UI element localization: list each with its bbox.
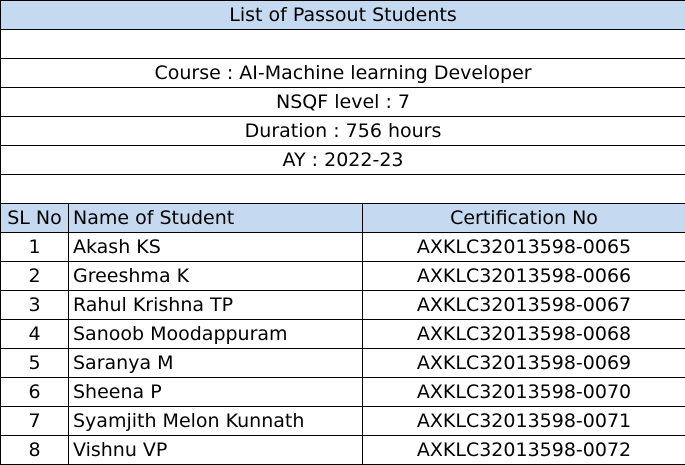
- table-title[interactable]: List of Passout Students: [0, 0, 685, 30]
- sl-no-cell[interactable]: 4: [0, 319, 69, 349]
- certification-no-cell[interactable]: AXKLC32013598-0065: [361, 232, 685, 262]
- column-header-sl-no[interactable]: SL No: [0, 203, 69, 233]
- table-row: 3 Rahul Krishna TP AXKLC32013598-0067: [0, 290, 685, 320]
- blank-row[interactable]: [0, 29, 685, 59]
- student-name-cell[interactable]: Saranya M: [68, 348, 363, 378]
- table-row: 4 Sanoob Moodappuram AXKLC32013598-0068: [0, 319, 685, 349]
- sl-no-cell[interactable]: 8: [0, 435, 69, 465]
- certification-no-cell[interactable]: AXKLC32013598-0067: [361, 290, 685, 320]
- certification-no-cell[interactable]: AXKLC32013598-0068: [361, 319, 685, 349]
- spreadsheet: List of Passout Students Course : AI-Mac…: [0, 0, 685, 465]
- column-header-name[interactable]: Name of Student: [68, 203, 363, 233]
- student-name-cell[interactable]: Sheena P: [68, 377, 363, 407]
- duration-cell[interactable]: Duration : 756 hours: [0, 116, 685, 146]
- certification-no-cell[interactable]: AXKLC32013598-0069: [361, 348, 685, 378]
- nsqf-cell[interactable]: NSQF level : 7: [0, 87, 685, 117]
- column-header-certification[interactable]: Certification No: [361, 203, 685, 233]
- course-cell[interactable]: Course : AI-Machine learning Developer: [0, 58, 685, 88]
- sl-no-cell[interactable]: 3: [0, 290, 69, 320]
- student-name-cell[interactable]: Vishnu VP: [68, 435, 363, 465]
- certification-no-cell[interactable]: AXKLC32013598-0071: [361, 406, 685, 436]
- blank-row[interactable]: [0, 174, 685, 204]
- student-name-cell[interactable]: Rahul Krishna TP: [68, 290, 363, 320]
- table-row: 7 Syamjith Melon Kunnath AXKLC32013598-007…: [0, 406, 685, 436]
- sl-no-cell[interactable]: 2: [0, 261, 69, 291]
- table-row: 5 Saranya M AXKLC32013598-0069: [0, 348, 685, 378]
- sl-no-cell[interactable]: 1: [0, 232, 69, 262]
- table-row: 1 Akash KS AXKLC32013598-0065: [0, 232, 685, 262]
- table-row: 2 Greeshma K AXKLC32013598-0066: [0, 261, 685, 291]
- table-row: 6 Sheena P AXKLC32013598-0070: [0, 377, 685, 407]
- student-name-cell[interactable]: Greeshma K: [68, 261, 363, 291]
- certification-no-cell[interactable]: AXKLC32013598-0070: [361, 377, 685, 407]
- certification-no-cell[interactable]: AXKLC32013598-0072: [361, 435, 685, 465]
- academic-year-cell[interactable]: AY : 2022-23: [0, 145, 685, 175]
- table-row: 8 Vishnu VP AXKLC32013598-0072: [0, 435, 685, 465]
- student-name-cell[interactable]: Syamjith Melon Kunnath: [68, 406, 363, 436]
- sl-no-cell[interactable]: 6: [0, 377, 69, 407]
- certification-no-cell[interactable]: AXKLC32013598-0066: [361, 261, 685, 291]
- students-table: List of Passout Students Course : AI-Mac…: [0, 0, 685, 465]
- sl-no-cell[interactable]: 7: [0, 406, 69, 436]
- sl-no-cell[interactable]: 5: [0, 348, 69, 378]
- student-name-cell[interactable]: Sanoob Moodappuram: [68, 319, 363, 349]
- student-rows: 1 Akash KS AXKLC32013598-0065 2 Greeshma K AX…: [0, 232, 685, 465]
- student-name-cell[interactable]: Akash KS: [68, 232, 363, 262]
